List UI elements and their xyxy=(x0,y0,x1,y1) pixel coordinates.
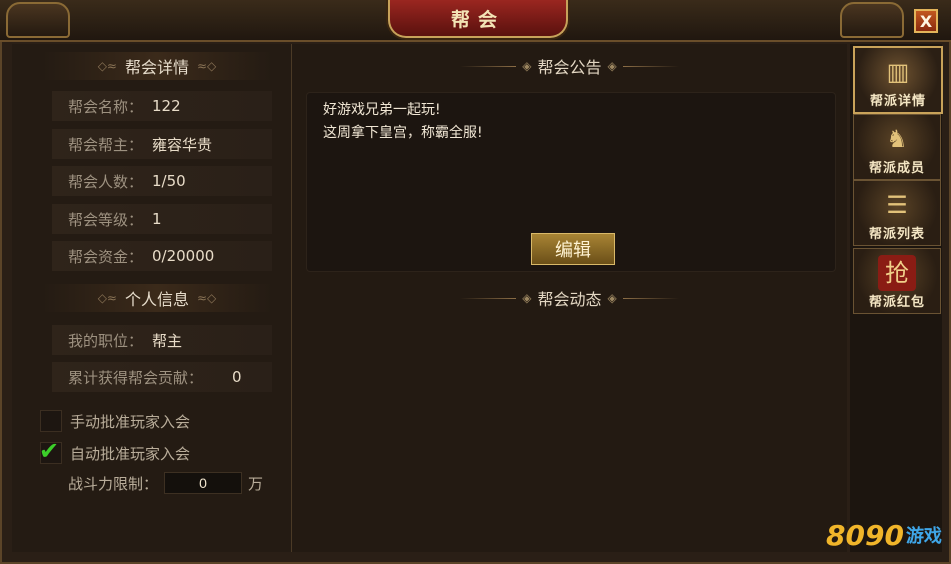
notice-box: 好游戏兄弟一起玩! 这周拿下皇宫，称霸全服! 编辑 xyxy=(306,92,836,272)
tab-guild-red-envelope[interactable]: 抢 帮派红包 xyxy=(853,248,941,314)
tab-label: 帮派红包 xyxy=(868,295,925,310)
edit-label: 编辑 xyxy=(555,240,591,261)
edit-notice-button[interactable]: 编辑 xyxy=(531,233,615,265)
watermark-number: 8090 xyxy=(826,518,904,552)
guild-details-heading: ◇≈ 帮会详情 ≈◇ xyxy=(42,52,272,80)
personal-info-title: 个人信息 xyxy=(124,290,189,309)
auto-approve-checkbox[interactable]: ✔ xyxy=(39,437,62,465)
divider xyxy=(460,65,517,67)
helmet-icon: ♞ xyxy=(886,125,908,153)
position-value: 帮主 xyxy=(152,331,183,350)
ornament-icon: ◇≈ xyxy=(97,291,117,305)
contribution-label: 累计获得帮会贡献： xyxy=(68,368,204,387)
notice-line-1: 好游戏兄弟一起玩! xyxy=(323,102,441,118)
ornament-icon: ◇≈ xyxy=(97,59,117,73)
watermark-logo: 8090 游戏 xyxy=(826,512,946,558)
power-limit-unit: 万 xyxy=(248,474,264,493)
title-plate: 帮会 xyxy=(388,0,568,38)
guild-members-row: 帮会人数： 1/50 xyxy=(52,166,272,196)
power-limit-input[interactable] xyxy=(164,472,243,494)
manual-approve-option[interactable]: 手动批准玩家入会 xyxy=(40,410,190,432)
guild-funds-label: 帮会资金： xyxy=(68,247,144,266)
ornament-icon: ◈ xyxy=(607,59,617,73)
tab-label: 帮派详情 xyxy=(869,94,926,109)
checkmark-icon: ✔ xyxy=(39,437,60,465)
guild-details-title: 帮会详情 xyxy=(124,58,189,77)
ornament-icon: ◈ xyxy=(522,59,532,73)
book-icon: ▥ xyxy=(886,58,910,86)
guild-leader-row: 帮会帮主： 雍容华贵 xyxy=(52,129,272,159)
ornament-icon: ≈◇ xyxy=(197,59,217,73)
window-title: 帮会 xyxy=(450,8,505,31)
title-bar: 帮会 X xyxy=(0,0,951,42)
left-corner-ornament xyxy=(6,2,70,38)
tab-guild-members[interactable]: ♞ 帮派成员 xyxy=(853,114,941,180)
guild-funds-value: 0/20000 xyxy=(152,247,215,265)
activity-heading: ◈ 帮会动态 ◈ xyxy=(292,286,847,310)
guild-name-row: 帮会名称： 122 xyxy=(52,91,272,121)
activity-title: 帮会动态 xyxy=(537,290,602,309)
guild-members-label: 帮会人数： xyxy=(68,172,144,191)
main-panel: ◈ 帮会公告 ◈ 好游戏兄弟一起玩! 这周拿下皇宫，称霸全服! 编辑 ◈ 帮会动… xyxy=(292,44,847,552)
personal-info-heading: ◇≈ 个人信息 ≈◇ xyxy=(42,284,272,312)
right-corner-ornament xyxy=(840,2,904,38)
notice-heading: ◈ 帮会公告 ◈ xyxy=(292,54,847,78)
scroll-icon: ☰ xyxy=(886,191,908,219)
contribution-row: 累计获得帮会贡献： 0 xyxy=(52,362,272,392)
manual-approve-label: 手动批准玩家入会 xyxy=(70,412,191,431)
divider xyxy=(622,297,679,299)
close-button[interactable]: X xyxy=(914,9,938,33)
tab-label: 帮派列表 xyxy=(868,227,925,242)
position-row: 我的职位： 帮主 xyxy=(52,325,272,355)
divider xyxy=(622,65,679,67)
notice-title: 帮会公告 xyxy=(537,58,602,77)
contribution-value: 0 xyxy=(232,368,242,386)
guild-name-value: 122 xyxy=(152,97,181,115)
guild-name-label: 帮会名称： xyxy=(68,97,144,116)
watermark-text: 游戏 xyxy=(905,526,942,547)
side-tab-bar: ▥ 帮派详情 ♞ 帮派成员 ☰ 帮派列表 抢 帮派红包 xyxy=(850,44,943,552)
divider xyxy=(460,297,517,299)
auto-approve-option[interactable]: ✔ 自动批准玩家入会 xyxy=(39,437,191,465)
auto-approve-label: 自动批准玩家入会 xyxy=(70,444,191,463)
close-icon: X xyxy=(919,11,933,31)
guild-funds-row: 帮会资金： 0/20000 xyxy=(52,241,272,271)
power-limit-label: 战斗力限制： xyxy=(68,474,159,493)
tab-label: 帮派成员 xyxy=(868,161,925,176)
power-limit-row: 战斗力限制： 万 xyxy=(68,472,263,494)
guild-level-value: 1 xyxy=(152,210,162,228)
guild-leader-label: 帮会帮主： xyxy=(68,135,144,154)
manual-approve-checkbox[interactable] xyxy=(40,410,62,432)
red-envelope-icon: 抢 xyxy=(878,255,916,291)
ornament-icon: ≈◇ xyxy=(197,291,217,305)
notice-line-2: 这周拿下皇宫，称霸全服! xyxy=(323,125,483,141)
ornament-icon: ◈ xyxy=(607,291,617,305)
tab-guild-list[interactable]: ☰ 帮派列表 xyxy=(853,180,941,246)
guild-leader-value: 雍容华贵 xyxy=(152,135,213,154)
left-panel: ◇≈ 帮会详情 ≈◇ 帮会名称： 122 帮会帮主： 雍容华贵 帮会人数： 1/… xyxy=(12,44,292,552)
ornament-icon: ◈ xyxy=(522,291,532,305)
position-label: 我的职位： xyxy=(68,331,144,350)
guild-level-row: 帮会等级： 1 xyxy=(52,204,272,234)
guild-level-label: 帮会等级： xyxy=(68,210,144,229)
guild-members-value: 1/50 xyxy=(152,172,186,190)
tab-guild-details[interactable]: ▥ 帮派详情 xyxy=(853,46,943,114)
